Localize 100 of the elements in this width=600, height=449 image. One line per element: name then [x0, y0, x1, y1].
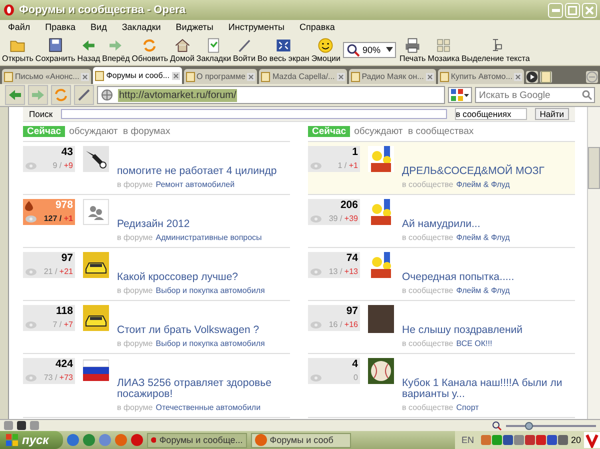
car-drawing	[83, 305, 109, 331]
now-badge: Сейчас	[308, 126, 350, 137]
forum-link[interactable]: Выбор и покупка автомобиля	[156, 339, 265, 349]
close-icon[interactable]	[247, 72, 256, 80]
pen-button[interactable]	[74, 85, 94, 105]
menu-item[interactable]: Виджеты	[176, 22, 214, 32]
tray-icon[interactable]	[536, 435, 546, 445]
view-count: 7 / +7	[52, 320, 73, 330]
close-icon[interactable]	[514, 72, 522, 80]
toolbar-button[interactable]: Назад	[76, 36, 102, 62]
toolbar-button[interactable]: Эмоции	[310, 36, 342, 62]
tray-icon[interactable]	[492, 435, 502, 445]
maximize-button[interactable]	[565, 2, 580, 18]
view-count: 21 / +21	[44, 267, 73, 277]
forum-link[interactable]: Административные вопросы	[156, 233, 262, 243]
view-count: 1 / +1	[338, 161, 358, 171]
tray-icon[interactable]	[546, 435, 557, 445]
tray-icon[interactable]	[558, 435, 568, 445]
menu-item[interactable]: Справка	[300, 22, 335, 32]
find-button[interactable]: Найти	[534, 108, 569, 120]
topic-location-label: в форуме	[117, 286, 153, 296]
topic-link[interactable]: Не слышу поздравлений	[402, 325, 522, 336]
close-button[interactable]	[582, 2, 597, 18]
forum-link[interactable]: Флейм & Флуд	[456, 180, 510, 190]
topic-link[interactable]: ДРЕЛЬ&СОСЕД&МОЙ МОЗГ	[402, 166, 544, 177]
menu-item[interactable]: Инструменты	[228, 22, 285, 32]
browser-tab[interactable]: Радио Маяк он...	[348, 69, 436, 84]
browser-tab[interactable]: О программе	[184, 69, 258, 84]
topic-link[interactable]: ЛИАЗ 5256 отравляет здоровье посажиров!	[117, 378, 290, 400]
toolbar-button[interactable]: Выделение текста	[460, 36, 531, 62]
play-icon[interactable]	[526, 71, 538, 83]
search-icon[interactable]	[582, 90, 592, 100]
pen-icon	[76, 87, 92, 103]
view-count: 16 / +16	[328, 320, 358, 330]
search-engine-button[interactable]	[448, 87, 472, 103]
people-icon	[83, 199, 109, 225]
toolbar-button[interactable]: Вперёд	[101, 36, 131, 62]
tray-icon[interactable]	[480, 435, 491, 445]
topic-link[interactable]: Очередная попытка.....	[402, 272, 514, 283]
site-search-field[interactable]	[60, 109, 447, 119]
reload-button[interactable]	[51, 85, 71, 105]
toolbar-button[interactable]: Печать	[398, 36, 427, 62]
menu-item[interactable]: Закладки	[122, 22, 161, 32]
close-icon[interactable]	[172, 72, 180, 80]
topic-link[interactable]: Редизайн 2012	[117, 219, 262, 230]
address-field[interactable]: http://avtomarket.ru/forum/	[97, 86, 445, 104]
forum-link[interactable]: Выбор и покупка автомобиля	[156, 286, 265, 296]
taskbar-button[interactable]: Форумы и сооб	[250, 432, 351, 448]
topic-link[interactable]: Кубок 1 Канала наш!!!!А были ли варианты у...	[402, 378, 575, 400]
close-icon[interactable]	[336, 72, 345, 80]
toolbar-button[interactable]: Войти	[232, 36, 256, 62]
minimize-button[interactable]	[548, 2, 563, 18]
toolbar-button[interactable]: Открыть	[1, 36, 34, 62]
menu-item[interactable]: Правка	[45, 22, 76, 32]
toolbar-button[interactable]: Во весь экран	[256, 36, 310, 62]
forum-link[interactable]: Спорт	[456, 403, 479, 413]
toolbar-button[interactable]: Закладки	[195, 36, 232, 62]
topic-link[interactable]: Какой кроссовер лучше?	[117, 272, 265, 283]
browser-tab[interactable]: Mazda Capella/...	[259, 69, 347, 84]
close-icon[interactable]	[81, 72, 90, 80]
tray-icon[interactable]	[514, 435, 524, 445]
view-count: 13 / +13	[328, 267, 358, 277]
toolbar-button[interactable]: Обновить	[130, 36, 170, 62]
forum-link[interactable]: Флейм & Флуд	[456, 233, 510, 243]
topic-link[interactable]: Стоит ли брать Volkswagen ?	[117, 325, 265, 336]
forum-link[interactable]: Отечественные автомобили	[156, 403, 261, 413]
eye-icon	[25, 215, 37, 223]
menu-item[interactable]: Вид	[90, 22, 107, 32]
forum-link[interactable]: Ремонт автомобилей	[156, 180, 235, 190]
menu-item[interactable]: Файл	[8, 22, 30, 32]
topic-location-label: в форуме	[117, 403, 153, 413]
new-tab-icon[interactable]	[540, 71, 552, 83]
topic-link[interactable]: помогите не работает 4 цилиндр	[117, 166, 277, 177]
zoom-slider-thumb[interactable]	[524, 422, 532, 430]
zoom-dropdown[interactable]: 90%	[343, 42, 396, 58]
reply-count: 4	[352, 359, 358, 370]
topic-location-label: в форуме	[117, 339, 153, 349]
toolbar-button[interactable]: Домой	[169, 36, 196, 62]
browser-tab[interactable]: Форумы и сооб...	[93, 67, 182, 84]
windows-flag-icon	[6, 434, 18, 446]
browser-tab[interactable]: Письмо «Анонс...	[2, 69, 92, 84]
forum-link[interactable]: Флейм & Флуд	[456, 286, 510, 296]
forum-link[interactable]: ВСЕ ОК!!!	[456, 339, 492, 349]
v-logo-icon	[584, 432, 600, 448]
back-arrow-button[interactable]	[5, 85, 25, 105]
side-panel-strip[interactable]	[0, 107, 9, 419]
scroll-thumb[interactable]	[588, 147, 600, 189]
browser-tab[interactable]: Купить Автомо...	[438, 69, 524, 84]
toolbar-button[interactable]: Сохранить	[34, 36, 76, 62]
close-icon[interactable]	[426, 72, 434, 80]
scrollbar[interactable]	[587, 107, 600, 419]
search-field[interactable]: Искать в Google	[475, 87, 595, 103]
language-indicator[interactable]: EN	[461, 435, 474, 445]
taskbar-button[interactable]: Форумы и сообще...	[146, 432, 247, 448]
tray-icon[interactable]	[502, 435, 513, 445]
toolbar-button[interactable]: Мозаика	[426, 36, 461, 62]
scope-dropdown[interactable]: в сообщениях	[454, 108, 527, 120]
google-icon	[451, 89, 463, 101]
tray-icon[interactable]	[524, 435, 535, 445]
topic-link[interactable]: Ай намудрили...	[402, 219, 510, 230]
